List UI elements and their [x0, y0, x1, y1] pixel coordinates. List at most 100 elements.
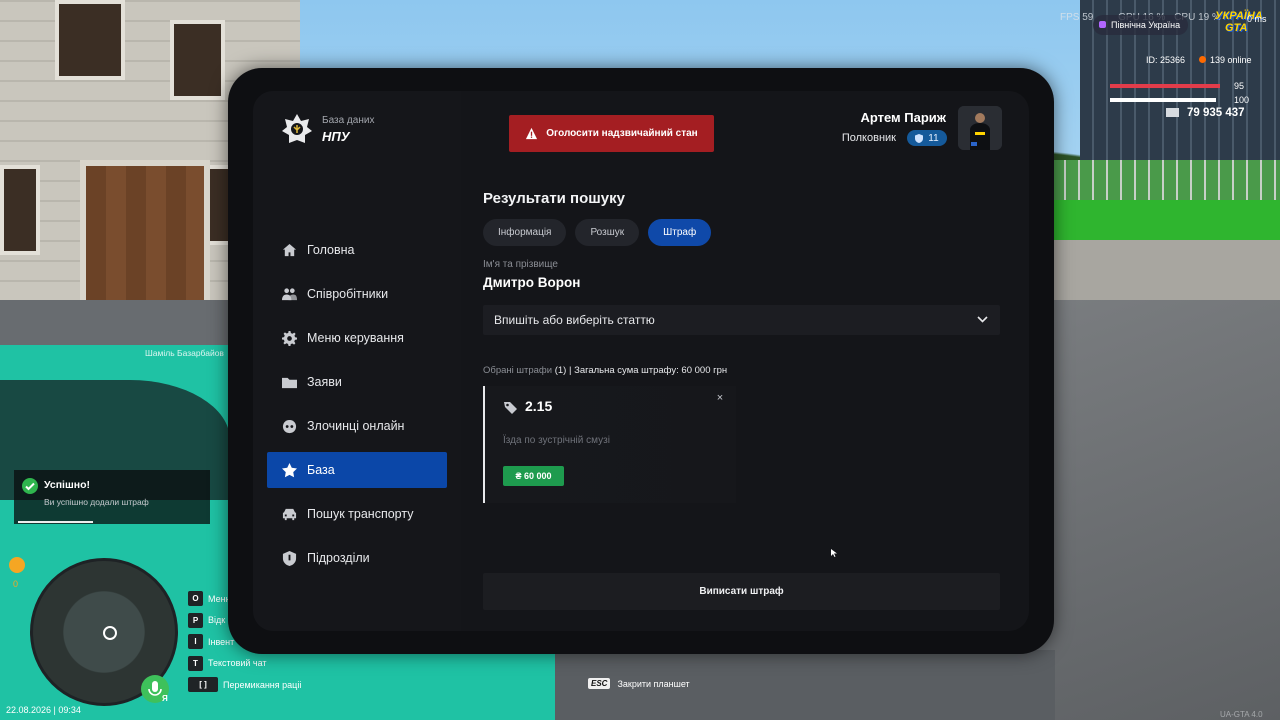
sidebar-item-mask[interactable]: Злочинці онлайн — [267, 408, 447, 444]
avatar[interactable] — [958, 106, 1002, 150]
gear-icon — [281, 330, 297, 346]
shield-icon — [281, 550, 297, 566]
remove-fine-button[interactable]: × — [714, 392, 726, 404]
car-icon — [281, 506, 297, 522]
police-badge-icon — [282, 114, 312, 143]
sidebar-item-label: База — [307, 463, 335, 477]
tab-1[interactable]: Розшук — [575, 219, 640, 246]
brand-title: НПУ — [322, 129, 350, 144]
sidebar-item-home[interactable]: Головна — [267, 232, 447, 268]
star-icon — [281, 462, 297, 478]
sidebar-nav: Головна Співробітники Меню керування Заяви З… — [267, 232, 447, 584]
name-field-label: Ім'я та прізвище — [483, 259, 558, 270]
hunger-value: 0 — [13, 579, 19, 589]
sidebar-item-label: Співробітники — [307, 287, 389, 301]
building-window — [0, 165, 40, 255]
success-toast: Успішно! Ви успішно додали штраф — [14, 470, 210, 524]
person-name: Дмитро Ворон — [483, 275, 581, 290]
sidebar-item-label: Головна — [307, 243, 355, 257]
fps-value: FPS 59 — [1060, 12, 1094, 23]
online-count-label: 139 online — [1210, 55, 1252, 65]
key-cap: O — [188, 591, 203, 606]
warning-icon — [526, 127, 538, 140]
sidebar-item-car[interactable]: Пошук транспорту — [267, 496, 447, 532]
esc-key[interactable]: ESC — [588, 678, 611, 689]
brand-caption: База даних — [322, 115, 375, 126]
issue-fine-label: Виписати штраф — [699, 586, 784, 597]
summary-total: | Загальна сума штрафу: 60 000 грн — [568, 365, 728, 376]
keybind-row: T Текстовий чат — [188, 654, 301, 673]
datetime: 22.08.2026 | 09:34 — [6, 705, 81, 715]
user-name: Артем Париж — [860, 110, 946, 125]
keybind-label: Відк — [208, 615, 226, 625]
summary-count: (1) — [554, 365, 567, 376]
tab-2[interactable]: Штраф — [648, 219, 712, 246]
article-select-placeholder: Впишіть або виберіть статтю — [494, 313, 655, 327]
fine-article-code: 2.15 — [525, 398, 553, 414]
result-tabs: Інформація Розшук Штраф — [483, 219, 720, 246]
sidebar-item-label: Меню керування — [307, 331, 404, 345]
online-count: 139 online — [1199, 55, 1252, 65]
tag-icon — [504, 402, 517, 414]
player-id: ID: 25366 — [1146, 55, 1186, 65]
shield-icon — [915, 133, 924, 143]
officer-avatar-icon — [958, 106, 1002, 150]
mouse-cursor-icon — [831, 549, 837, 557]
fines-summary: Обрані штрафи (1) | Загальна сума штрафу… — [483, 365, 727, 376]
tab-0[interactable]: Інформація — [483, 219, 567, 246]
sidebar-item-label: Заяви — [307, 375, 342, 389]
check-icon — [22, 478, 38, 494]
hunger-icon — [9, 557, 25, 573]
sidebar-item-people[interactable]: Співробітники — [267, 276, 447, 312]
tablet-screen: База даних НПУ Головна Співробітники Меню … — [253, 91, 1029, 631]
sidebar-item-star[interactable]: База — [267, 452, 447, 488]
summary-prefix: Обрані штрафи — [483, 365, 553, 376]
folder-icon — [281, 374, 297, 390]
building-window — [55, 0, 125, 80]
armor-value: 100 — [1234, 95, 1250, 105]
chevron-down-icon — [977, 316, 988, 323]
mask-icon — [281, 418, 297, 434]
issue-fine-button[interactable]: Виписати штраф — [483, 573, 1000, 610]
home-icon — [281, 242, 297, 258]
building-door — [80, 160, 210, 320]
sidebar-item-shield[interactable]: Підрозділи — [267, 540, 447, 576]
fine-description: Їзда по зустрічній смузі — [503, 435, 610, 446]
key-cap: I — [188, 634, 203, 649]
region-label: Північна Україна — [1111, 20, 1181, 30]
version-label: UA-GTA 4.0 — [1220, 710, 1263, 719]
sidebar-item-label: Пошук транспорту — [307, 507, 414, 521]
keybind-row: [ ] Перемикання раціі — [188, 675, 301, 694]
money-value: 79 935 437 — [1187, 107, 1245, 119]
esc-hint: ESC Закрити планшет — [588, 678, 690, 689]
key-cap: T — [188, 655, 203, 671]
fine-amount-badge: ₴ 60 000 — [503, 466, 564, 486]
police-tablet: База даних НПУ Головна Співробітники Меню … — [228, 68, 1054, 654]
sidebar-item-label: Підрозділи — [307, 551, 370, 565]
money-balance: 79 935 437 — [1166, 107, 1245, 119]
article-select[interactable]: Впишіть або виберіть статтю — [483, 305, 1000, 335]
people-icon — [281, 286, 297, 302]
toast-title: Успішно! — [44, 479, 90, 491]
sidebar-item-folder[interactable]: Заяви — [267, 364, 447, 400]
keybind-label: Текстовий чат — [208, 658, 267, 668]
key-cap: [ ] — [188, 677, 218, 692]
building-window — [170, 20, 225, 100]
sidebar-item-gear[interactable]: Меню керування — [267, 320, 447, 356]
user-rank: Полковник — [841, 132, 896, 144]
armor-bar — [1110, 98, 1216, 102]
road-right — [1050, 290, 1280, 720]
rank-level-badge: 11 — [907, 130, 947, 146]
sidewalk — [1050, 240, 1280, 300]
key-cap: P — [188, 612, 203, 628]
keybind-label: Інвент — [208, 636, 235, 647]
keybind-label: Перемикання раціі — [223, 679, 302, 690]
emergency-label: Оголосити надзвичайний стан — [546, 128, 698, 139]
emergency-button[interactable]: Оголосити надзвичайний стан — [509, 115, 714, 152]
region-indicator: Північна Україна — [1093, 15, 1189, 35]
ping-value: 0 ms — [1247, 14, 1267, 24]
sidebar-item-label: Злочинці онлайн — [307, 419, 405, 433]
player-nametag: Шаміль Базарбайов — [145, 348, 224, 358]
toast-text: Ви успішно додали штраф — [44, 497, 149, 507]
section-title: Результати пошуку — [483, 190, 625, 207]
